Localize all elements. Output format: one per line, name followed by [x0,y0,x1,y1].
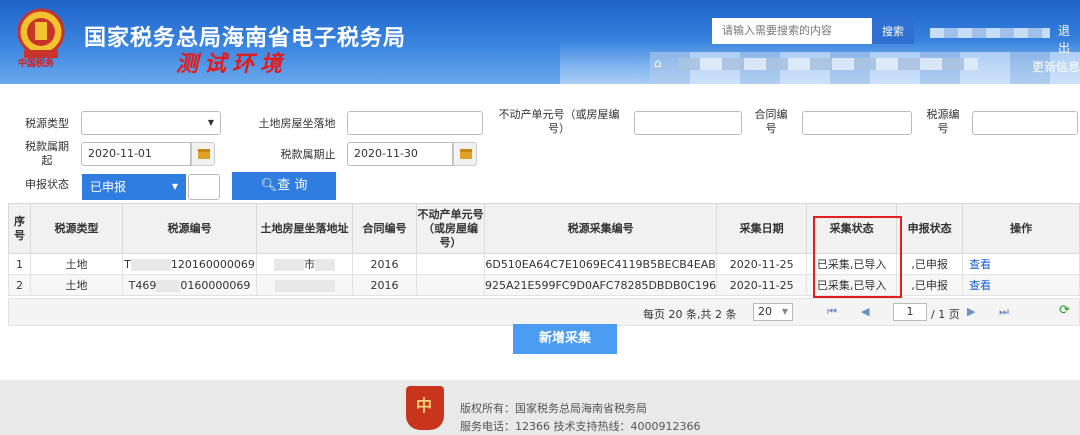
col-action: 操作 [962,203,1080,254]
cell-source-no: T 120160000069 [122,253,257,275]
view-link[interactable]: 查看 [969,258,991,271]
contract-label: 合同编号 [754,108,788,135]
search-button[interactable]: 搜索 [872,18,914,44]
cell-date: 2020-11-25 [716,253,808,275]
col-unit-no: 不动产单元号（或房屋编号） [416,203,485,254]
unit-no-label: 不动产单元号（或房屋编号） [498,108,620,135]
pagination-bar: 每页 20 条,共 2 条 20 ▼ ⏮ ◀ 1 / 1 页 ▶ ⏭ ⟳ [8,298,1080,326]
total-pages: / 1 页 [931,308,960,321]
source-no-input[interactable] [972,111,1078,135]
cell-type: 土地 [30,253,123,275]
unit-no-input[interactable] [634,111,742,135]
period-start-label: 税款属期起 [25,140,69,167]
copyright-text: 版权所有：国家税务总局海南省税务局 [460,402,647,415]
cell-seq: 1 [8,253,31,275]
add-collection-button[interactable]: 新增采集 [513,324,617,354]
page-size-select[interactable]: 20 ▼ [753,303,793,321]
report-status-select[interactable]: 已申报 ▼ [82,174,186,200]
cell-unit [416,253,485,275]
period-end-input[interactable]: 2020-11-30 [347,142,453,166]
pager-summary: 每页 20 条,共 2 条 [643,308,737,321]
table-row: 1 土地 T 120160000069 市 2016 6D510EA64C7E10… [8,253,1080,275]
collection-table: 序号 税源类型 税源编号 土地房屋坐落地址 合同编号 不动产单元号（或房屋编号）… [8,203,1080,296]
col-contract: 合同编号 [352,203,417,254]
source-no-label: 税源编号 [926,108,960,135]
cell-contract: 2016 [352,274,417,296]
service-phone-text: 服务电话：12366 技术支持热线：4000912366 [460,420,701,433]
cell-date: 2020-11-25 [716,274,808,296]
col-source-no: 税源编号 [122,203,257,254]
page-number-input[interactable]: 1 [893,303,927,321]
highlight-box [813,216,902,298]
col-date: 采集日期 [716,203,808,254]
location-input[interactable] [347,111,483,135]
location-label: 土地房屋坐落地 [258,117,336,130]
period-start-input[interactable]: 2020-11-01 [81,142,191,166]
footer-emblem-icon: 中 [406,386,444,430]
col-collect-no: 税源采集编号 [483,203,718,254]
refresh-icon[interactable]: ⟳ [1059,303,1070,318]
cell-type: 土地 [30,274,123,296]
calendar-icon[interactable] [191,142,215,166]
home-icon[interactable]: ⌂ [654,56,662,70]
breadcrumb-masked [678,58,978,70]
cell-report-status: ,已申报 [896,253,964,275]
query-button[interactable]: 🔍︎查 询 [232,172,336,200]
logout-link[interactable]: 退出 [1058,22,1080,56]
search-icon: 🔍︎ [260,178,278,193]
cell-address [256,274,353,296]
col-report-status: 申报状态 [896,203,964,254]
cell-collect-no: 6D510EA64C7E1069EC4119B5BECB4EAB [483,253,718,275]
next-page-icon[interactable]: ▶ [967,305,975,318]
cell-seq: 2 [8,274,31,296]
first-page-icon[interactable]: ⏮ [827,305,837,319]
report-status-extra [188,174,220,200]
cell-collect-no: 925A21E599FC9D0AFC78285DBDB0C196 [483,274,718,296]
calendar-icon[interactable] [453,142,477,166]
user-info-masked [930,28,1050,38]
col-address: 土地房屋坐落地址 [256,203,353,254]
test-env-label: 测试环境 [176,52,289,77]
seal-text: 中国税务 [18,59,55,69]
col-type: 税源类型 [30,203,123,254]
cell-contract: 2016 [352,253,417,275]
col-seq: 序号 [8,203,31,254]
report-status-label: 申报状态 [25,178,69,191]
tax-type-label: 税源类型 [25,117,69,130]
cell-report-status: ,已申报 [896,274,964,296]
caret-down-icon: ▼ [171,182,178,191]
header-banner: 中国税务 国家税务总局海南省电子税务局 测试环境 搜索 退出 ⌂ 更新信息 [0,0,1080,84]
cell-source-no: T469 0160000069 [122,274,257,296]
chevron-down-icon: ▼ [781,307,788,316]
footer: 中 版权所有：国家税务总局海南省税务局 服务电话：12366 技术支持热线：40… [0,380,1080,435]
cell-unit [416,274,485,296]
cell-action: 查看 [962,274,1080,296]
view-link[interactable]: 查看 [969,279,991,292]
contract-input[interactable] [802,111,912,135]
search-input[interactable] [712,18,872,44]
chevron-down-icon: ▼ [207,118,214,127]
cell-action: 查看 [962,253,1080,275]
last-page-icon[interactable]: ⏭ [999,305,1009,319]
tax-type-select[interactable]: ▼ [81,111,221,135]
prev-page-icon[interactable]: ◀ [861,305,869,318]
table-row: 2 土地 T469 0160000069 2016 925A21E599FC9D0… [8,274,1080,296]
cell-address: 市 [256,253,353,275]
period-end-label: 税款属期止 [280,148,336,161]
update-info-link[interactable]: 更新信息 [1032,58,1080,75]
